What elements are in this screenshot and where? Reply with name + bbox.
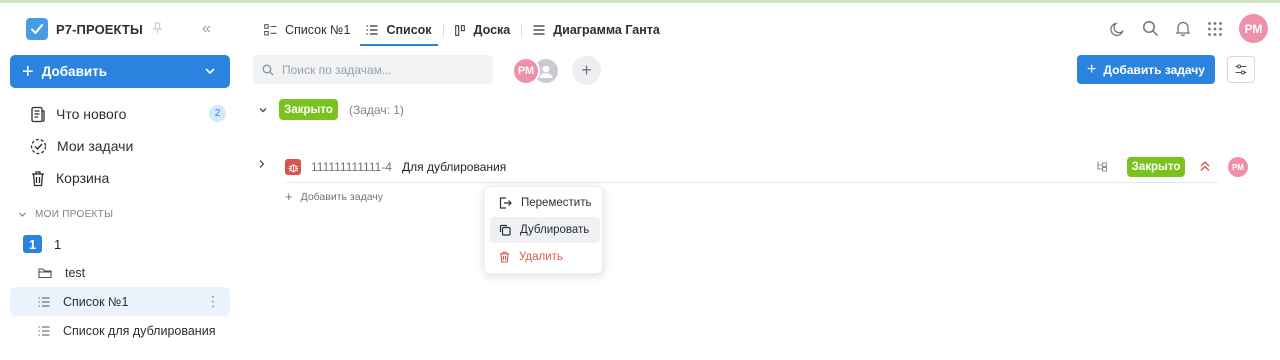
plus-icon: +	[1087, 60, 1097, 78]
list-icon	[38, 296, 50, 307]
apps-grid-icon[interactable]	[1207, 21, 1223, 37]
add-button[interactable]: + Добавить	[10, 55, 230, 88]
app-name: Р7-ПРОЕКТЫ	[56, 21, 143, 37]
task-status-badge[interactable]: Закрыто	[1127, 157, 1185, 177]
group-status-badge: Закрыто	[279, 99, 338, 120]
list-icon	[366, 25, 378, 35]
project-number-badge: 1	[23, 235, 42, 253]
board-icon	[454, 24, 465, 36]
task-check-icon	[30, 138, 47, 154]
my-projects-section[interactable]: МОИ ПРОЕКТЫ	[18, 209, 113, 220]
trash-icon	[500, 251, 509, 263]
tab-label: Список №1	[285, 23, 351, 37]
task-id[interactable]: 111111111111-4	[311, 160, 392, 174]
task-row-divider	[286, 182, 1218, 183]
add-task-button[interactable]: + Добавить задачу	[1077, 55, 1215, 84]
pin-icon[interactable]	[152, 22, 163, 37]
chevron-down-icon	[19, 212, 26, 217]
copy-icon	[499, 224, 511, 236]
search-icon	[262, 64, 274, 75]
plus-icon: +	[285, 189, 293, 204]
tab-label: Диаграмма Ганта	[553, 23, 660, 37]
nav-item-trash[interactable]: Корзина	[30, 167, 109, 189]
menu-item-label: Удалить	[519, 251, 563, 263]
status-group-header: Закрыто (Задач: 1)	[258, 99, 404, 120]
news-icon	[31, 106, 45, 122]
view-settings-button[interactable]	[1227, 56, 1255, 83]
whats-new-badge: 2	[209, 105, 226, 122]
gantt-icon	[533, 25, 545, 35]
collapse-sidebar-icon[interactable]: «	[202, 20, 211, 38]
bug-icon	[285, 159, 301, 175]
tab-divider	[521, 23, 523, 37]
member-avatars: РМ +	[512, 56, 601, 85]
list-icon	[38, 325, 50, 336]
menu-item-delete[interactable]: Удалить	[490, 244, 600, 270]
project-name: 1	[54, 236, 62, 252]
plus-icon: +	[22, 60, 34, 83]
tab-list-1[interactable]: Список №1	[256, 18, 358, 42]
tree-item-test[interactable]: test	[10, 258, 230, 287]
brand[interactable]: Р7-ПРОЕКТЫ	[26, 18, 163, 40]
add-task-label: Добавить задачу	[1103, 62, 1205, 77]
tab-label: Список	[386, 23, 432, 37]
task-assignee-avatar[interactable]: РМ	[1228, 157, 1248, 177]
user-avatar[interactable]: РМ	[1239, 14, 1268, 43]
tab-divider	[442, 23, 444, 37]
search-input[interactable]	[282, 62, 472, 77]
more-options-icon[interactable]: ⋮	[206, 294, 220, 308]
list-settings-icon	[264, 24, 277, 36]
nav-label: Мои задачи	[57, 138, 134, 154]
task-search[interactable]	[253, 55, 493, 84]
view-tabs: Список №1 Список Доска Диаграмма Ганта	[256, 17, 668, 46]
menu-item-duplicate[interactable]: Дублировать	[490, 217, 600, 243]
header-actions: РМ	[1110, 14, 1268, 43]
subtasks-icon[interactable]	[1096, 160, 1108, 175]
theme-moon-icon[interactable]	[1110, 21, 1126, 37]
tab-label: Доска	[473, 23, 511, 37]
add-subtask-label: Добавить задачу	[300, 191, 384, 203]
sidebar: Р7-ПРОЕКТЫ « + Добавить Что нового 2 Мои…	[0, 3, 240, 360]
tree-item-label: test	[65, 265, 86, 280]
nav-item-my-tasks[interactable]: Мои задачи	[30, 135, 133, 157]
add-subtask-link[interactable]: + Добавить задачу	[285, 189, 384, 204]
tree-item-label: Список №1	[63, 294, 129, 309]
add-button-label: Добавить	[41, 64, 108, 79]
sliders-icon	[1235, 64, 1247, 75]
tab-board[interactable]: Доска	[447, 18, 519, 42]
nav-label: Что нового	[56, 106, 127, 122]
group-task-count: (Задач: 1)	[349, 102, 404, 117]
add-member-button[interactable]: +	[572, 56, 601, 85]
task-name[interactable]: Для дублирования	[402, 160, 506, 174]
task-context-menu: Переместить Дублировать Удалить	[484, 186, 603, 274]
chevron-down-icon[interactable]	[258, 105, 268, 115]
folder-icon	[38, 267, 52, 278]
menu-item-label: Переместить	[521, 197, 592, 209]
member-avatar[interactable]: РМ	[512, 56, 540, 85]
expand-task-icon[interactable]	[258, 158, 266, 172]
tree-item-duplicate-list[interactable]: Список для дублирования	[10, 316, 230, 345]
section-label: МОИ ПРОЕКТЫ	[35, 209, 114, 220]
menu-item-label: Дублировать	[520, 224, 590, 236]
menu-item-move[interactable]: Переместить	[490, 190, 600, 216]
move-icon	[499, 197, 512, 209]
priority-high-icon[interactable]	[1199, 160, 1211, 175]
chevron-down-icon	[204, 65, 216, 80]
nav-item-whats-new[interactable]: Что нового	[30, 103, 126, 125]
tab-gantt[interactable]: Диаграмма Ганта	[525, 18, 668, 42]
nav-label: Корзина	[56, 170, 110, 186]
tab-list[interactable]: Список	[358, 18, 439, 46]
tree-item-list-1[interactable]: Список №1 ⋮	[10, 287, 230, 316]
trash-icon	[32, 170, 44, 186]
search-icon[interactable]	[1142, 20, 1159, 37]
app-logo-icon	[26, 18, 48, 40]
project-item[interactable]: 1 1	[23, 235, 61, 253]
bell-icon[interactable]	[1175, 20, 1191, 37]
tree-item-label: Список для дублирования	[63, 323, 216, 338]
